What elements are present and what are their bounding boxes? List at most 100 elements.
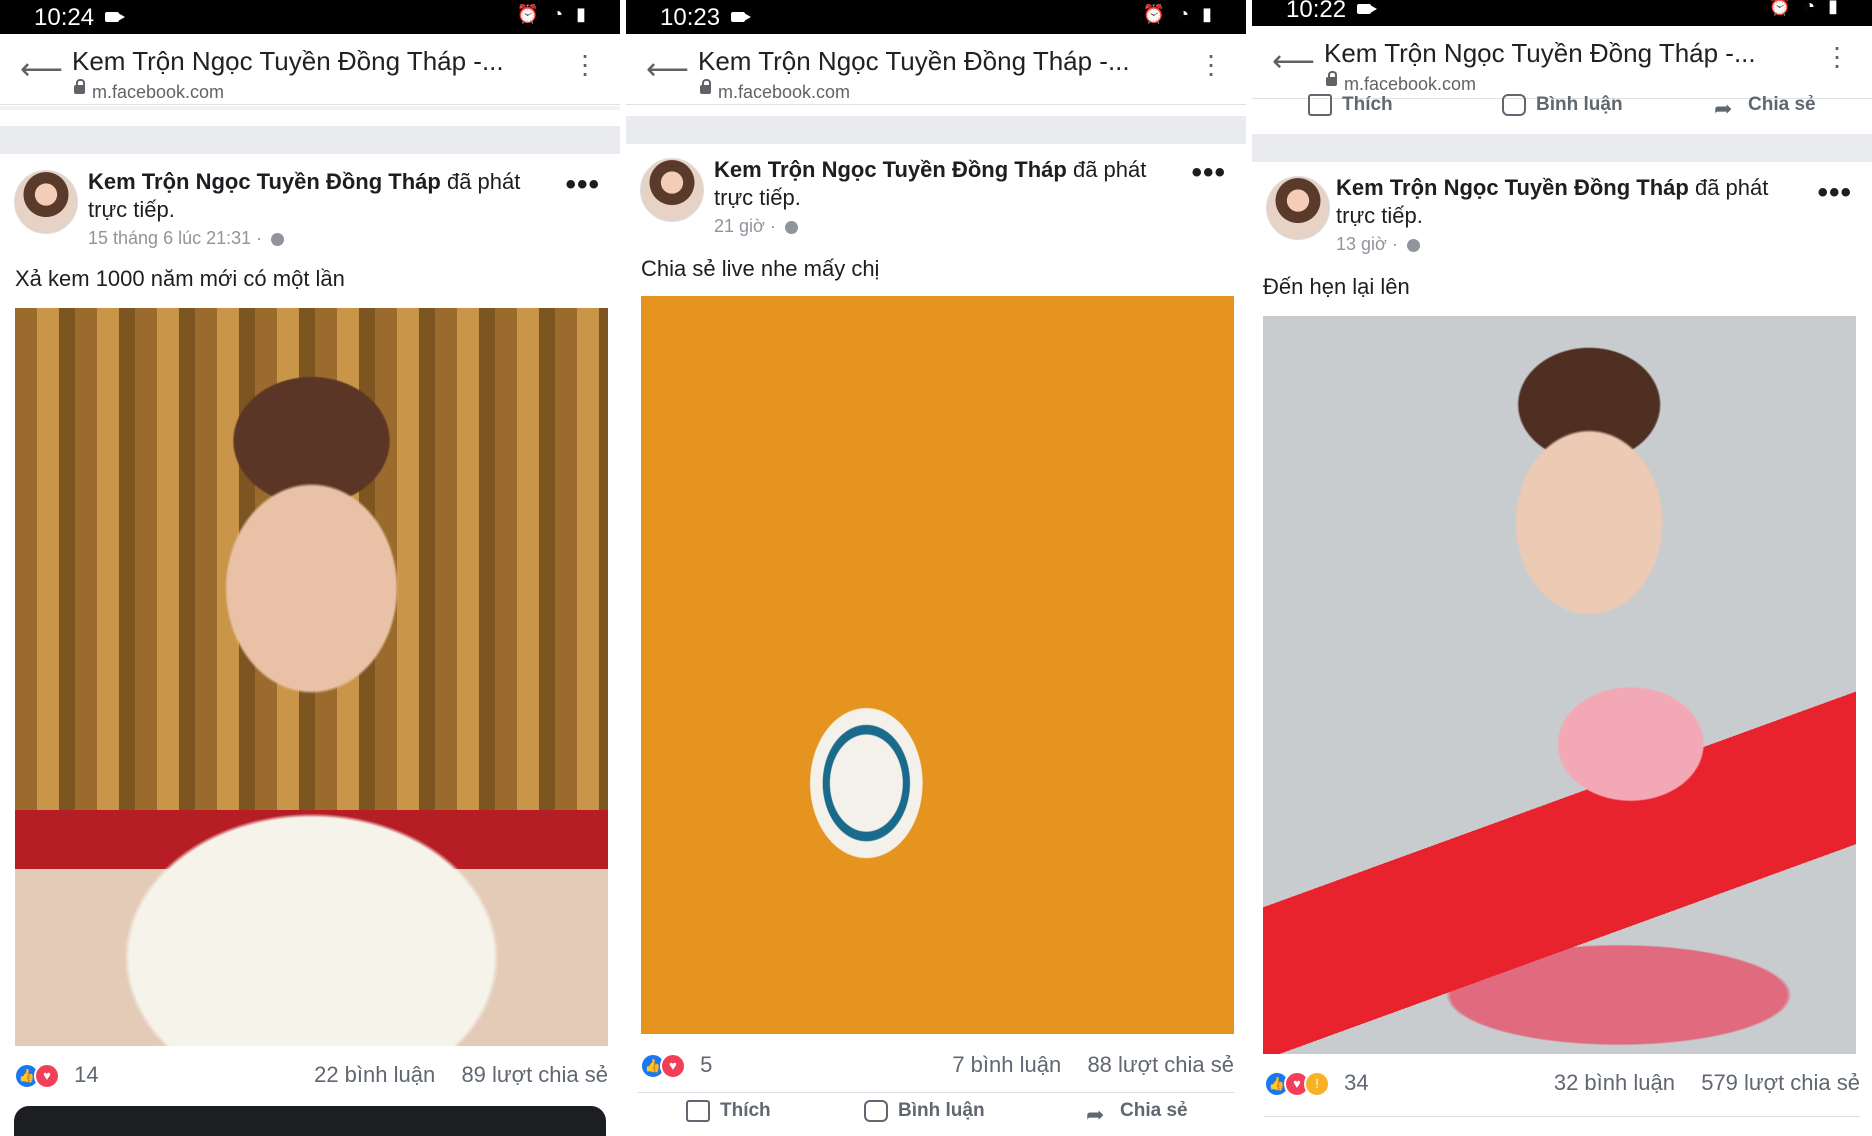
engagement-counts: 7 bình luận 88 lượt chia sẻ [952, 1052, 1234, 1078]
feed-post: Kem Trộn Ngọc Tuyền Đồng Tháp đã phát tr… [626, 144, 1246, 1136]
comment-bubble-icon [1502, 94, 1526, 116]
like-button[interactable]: Thích [686, 1100, 771, 1122]
share-button[interactable]: Chia sẻ [1086, 1100, 1188, 1122]
post-meta: 13 giờ · [1336, 234, 1420, 255]
bottom-toast-bar [14, 1106, 606, 1136]
comment-count[interactable]: 22 bình luận [314, 1062, 435, 1087]
live-video-thumbnail[interactable] [641, 296, 1234, 1034]
share-button[interactable]: Chia sẻ [1714, 94, 1816, 116]
author-avatar[interactable] [1266, 176, 1330, 240]
screen-record-icon [1357, 4, 1377, 14]
status-icons: ⏰ ◔ ▮ [1768, 0, 1842, 16]
action-divider [638, 1092, 1234, 1093]
page-title: Kem Trộn Ngọc Tuyền Đồng Tháp -... [698, 46, 1130, 76]
screenshot-panel-3: 10:22 ⏰ ◔ ▮ ⟵ Kem Trộn Ngọc Tuyền Đồng T… [1252, 0, 1872, 1136]
status-icons: ⏰ ◔ ▮ [516, 4, 590, 24]
lock-icon [1326, 71, 1337, 86]
feed-post: Kem Trộn Ngọc Tuyền Đồng Tháp đã phát tr… [0, 154, 620, 1136]
reactions-summary[interactable]: 👍 ♥ 14 [14, 1062, 99, 1090]
post-meta: 15 tháng 6 lúc 21:31 · [88, 228, 285, 249]
share-label: Chia sẻ [1748, 94, 1816, 115]
post-options-icon[interactable]: ••• [1191, 156, 1226, 190]
comment-button[interactable]: Bình luận [1502, 94, 1623, 116]
status-time: 10:24 [34, 4, 95, 31]
post-caption: Đến hẹn lại lên [1263, 274, 1410, 299]
back-arrow-icon[interactable]: ⟵ [646, 52, 689, 87]
comment-button[interactable]: Bình luận [864, 1100, 985, 1122]
feed-post: Kem Trộn Ngọc Tuyền Đồng Tháp đã phát tr… [1252, 162, 1872, 1136]
action-divider [1264, 1116, 1860, 1117]
post-header: Kem Trộn Ngọc Tuyền Đồng Tháp đã phát tr… [1336, 174, 1776, 230]
post-caption: Chia sẻ live nhe mấy chị [641, 256, 880, 281]
feed-separator [1252, 134, 1872, 162]
back-arrow-icon[interactable]: ⟵ [1272, 44, 1315, 79]
status-bar: 10:24 ⏰ ◔ ▮ [0, 0, 620, 34]
comment-count[interactable]: 32 bình luận [1554, 1070, 1675, 1095]
status-bar: 10:23 ⏰ ◔ ▮ [626, 0, 1246, 34]
love-reaction-icon: ♥ [660, 1053, 686, 1080]
page-domain[interactable]: m.facebook.com [92, 82, 224, 103]
overflow-menu-icon[interactable]: · · · [580, 41, 590, 87]
post-header: Kem Trộn Ngọc Tuyền Đồng Tháp đã phát tr… [714, 156, 1154, 212]
status-time: 10:22 [1286, 0, 1347, 23]
post-options-icon[interactable]: ••• [565, 168, 600, 202]
live-video-thumbnail[interactable] [15, 308, 608, 1046]
author-avatar[interactable] [14, 170, 78, 234]
comment-bubble-icon [864, 1100, 888, 1122]
post-time[interactable]: 13 giờ · [1336, 234, 1398, 254]
back-arrow-icon[interactable]: ⟵ [20, 52, 63, 87]
author-name[interactable]: Kem Trộn Ngọc Tuyền Đồng Tháp [1336, 175, 1689, 200]
feed-separator [0, 106, 620, 110]
share-count[interactable]: 89 lượt chia sẻ [461, 1062, 608, 1087]
page-title: Kem Trộn Ngọc Tuyền Đồng Tháp -... [1324, 38, 1756, 68]
share-count[interactable]: 579 lượt chia sẻ [1701, 1070, 1860, 1095]
post-header: Kem Trộn Ngọc Tuyền Đồng Tháp đã phát tr… [88, 168, 528, 224]
overflow-menu-icon[interactable]: · · · [1206, 41, 1216, 87]
feed-separator [0, 126, 620, 154]
comment-label: Bình luận [898, 1100, 985, 1122]
comment-label: Bình luận [1536, 94, 1623, 116]
author-avatar[interactable] [640, 158, 704, 222]
status-icons: ⏰ ◔ ▮ [1142, 4, 1216, 24]
reaction-count: 34 [1344, 1070, 1369, 1095]
screen-record-icon [731, 12, 751, 22]
post-meta: 21 giờ · [714, 216, 798, 237]
reactions-summary[interactable]: 👍 ♥ 5 [640, 1052, 712, 1080]
screenshot-panel-2: 10:23 ⏰ ◔ ▮ ⟵ Kem Trộn Ngọc Tuyền Đồng T… [626, 0, 1246, 1136]
screenshot-panel-1: 10:24 ⏰ ◔ ▮ ⟵ Kem Trộn Ngọc Tuyền Đồng T… [0, 0, 620, 1136]
post-actions: Thích Bình luận Chia sẻ [626, 1094, 1246, 1134]
page-domain[interactable]: m.facebook.com [718, 82, 850, 103]
globe-icon [784, 220, 798, 234]
lock-icon [74, 79, 85, 94]
previous-post-actions: Thích Bình luận Chia sẻ [1252, 88, 1872, 128]
reaction-count: 14 [74, 1062, 99, 1087]
feed-separator [626, 116, 1246, 144]
love-reaction-icon: ♥ [34, 1063, 60, 1090]
globe-icon [1406, 238, 1420, 252]
comment-count[interactable]: 7 bình luận [952, 1052, 1061, 1077]
author-name[interactable]: Kem Trộn Ngọc Tuyền Đồng Tháp [714, 157, 1067, 182]
share-arrow-icon [1714, 96, 1738, 114]
engagement-counts: 32 bình luận 579 lượt chia sẻ [1554, 1070, 1860, 1096]
screen-record-icon [105, 12, 125, 22]
browser-header: ⟵ Kem Trộn Ngọc Tuyền Đồng Tháp -... m.f… [0, 34, 620, 105]
live-video-thumbnail[interactable] [1263, 316, 1856, 1054]
engagement-counts: 22 bình luận 89 lượt chia sẻ [314, 1062, 608, 1088]
post-time[interactable]: 21 giờ · [714, 216, 776, 236]
like-button[interactable]: Thích [1308, 94, 1393, 116]
status-time: 10:23 [660, 4, 721, 31]
status-bar: 10:22 ⏰ ◔ ▮ [1252, 0, 1872, 26]
post-options-icon[interactable]: ••• [1817, 176, 1852, 210]
share-label: Chia sẻ [1120, 1100, 1188, 1121]
share-count[interactable]: 88 lượt chia sẻ [1087, 1052, 1234, 1077]
reactions-summary[interactable]: 👍 ♥! 34 [1264, 1070, 1369, 1098]
page-title: Kem Trộn Ngọc Tuyền Đồng Tháp -... [72, 46, 504, 76]
wow-reaction-icon: ! [1304, 1071, 1330, 1098]
globe-icon [271, 232, 285, 246]
lock-icon [700, 79, 711, 94]
post-caption: Xả kem 1000 năm mới có một lần [15, 266, 345, 291]
author-name[interactable]: Kem Trộn Ngọc Tuyền Đồng Tháp [88, 169, 441, 194]
post-time[interactable]: 15 tháng 6 lúc 21:31 · [88, 228, 262, 248]
overflow-menu-icon[interactable]: · · · [1832, 33, 1842, 79]
like-label: Thích [720, 1100, 771, 1122]
